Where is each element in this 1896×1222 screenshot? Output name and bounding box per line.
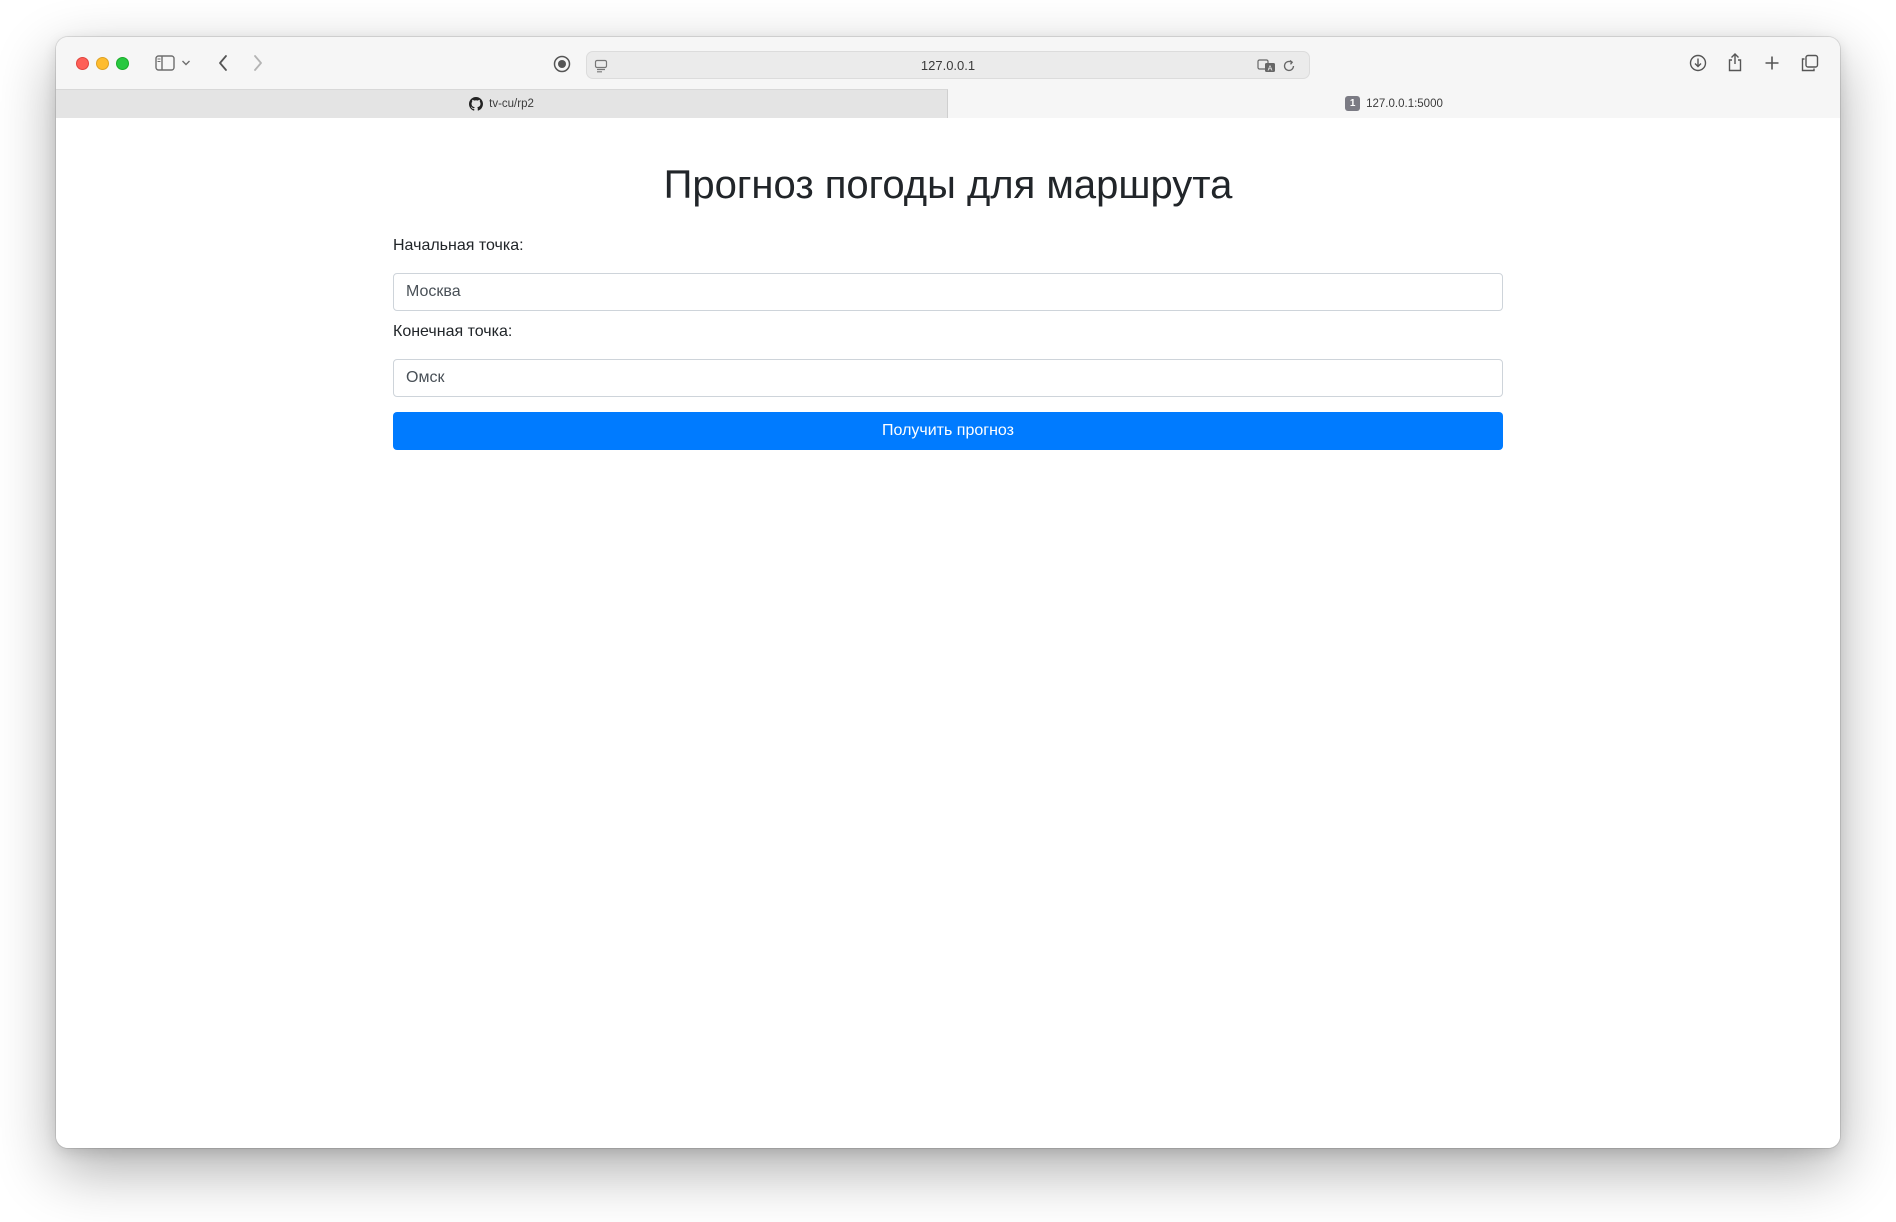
- page-title: Прогноз погоды для маршрута: [663, 163, 1233, 207]
- address-text[interactable]: 127.0.0.1: [587, 58, 1309, 73]
- chevron-down-icon[interactable]: [180, 57, 192, 69]
- start-point-input[interactable]: [393, 273, 1503, 311]
- tab-bar: tv-cu/rp2 × 1 127.0.0.1:5000: [56, 89, 1840, 118]
- start-point-label: Начальная точка:: [393, 237, 524, 254]
- zoom-window-button[interactable]: [116, 57, 129, 70]
- get-forecast-button[interactable]: Получить прогноз: [393, 412, 1503, 450]
- browser-toolbar: 127.0.0.1 A: [56, 37, 1840, 89]
- reload-icon[interactable]: [1281, 58, 1297, 74]
- new-tab-icon[interactable]: [1762, 53, 1782, 73]
- github-icon: [469, 97, 484, 111]
- page-content: Прогноз погоды для маршрута Начальная то…: [56, 119, 1840, 1148]
- tab-label: tv-cu/rp2: [489, 98, 534, 110]
- tab-favicon: 1: [1345, 96, 1361, 111]
- tab-badge: 1: [1345, 96, 1361, 111]
- tab-overview-icon[interactable]: [1800, 53, 1820, 73]
- sidebar-icon[interactable]: [154, 53, 176, 73]
- browser-window: 127.0.0.1 A tv-cu/rp2 ×: [56, 37, 1840, 1148]
- tab-label: 127.0.0.1:5000: [1366, 97, 1443, 110]
- privacy-report-icon[interactable]: [552, 54, 572, 74]
- tab-github[interactable]: tv-cu/rp2: [56, 89, 948, 118]
- address-bar[interactable]: 127.0.0.1 A: [586, 51, 1310, 79]
- back-icon[interactable]: [214, 53, 232, 73]
- downloads-icon[interactable]: [1688, 53, 1708, 73]
- close-window-button[interactable]: [76, 57, 89, 70]
- svg-text:A: A: [1268, 65, 1273, 73]
- translate-icon[interactable]: A: [1257, 57, 1277, 75]
- forward-icon[interactable]: [249, 53, 267, 73]
- tab-localhost[interactable]: 1 127.0.0.1:5000: [948, 89, 1840, 118]
- share-icon[interactable]: [1725, 51, 1745, 73]
- minimize-window-button[interactable]: [96, 57, 109, 70]
- end-point-input[interactable]: [393, 359, 1503, 397]
- end-point-label: Конечная точка:: [393, 323, 513, 340]
